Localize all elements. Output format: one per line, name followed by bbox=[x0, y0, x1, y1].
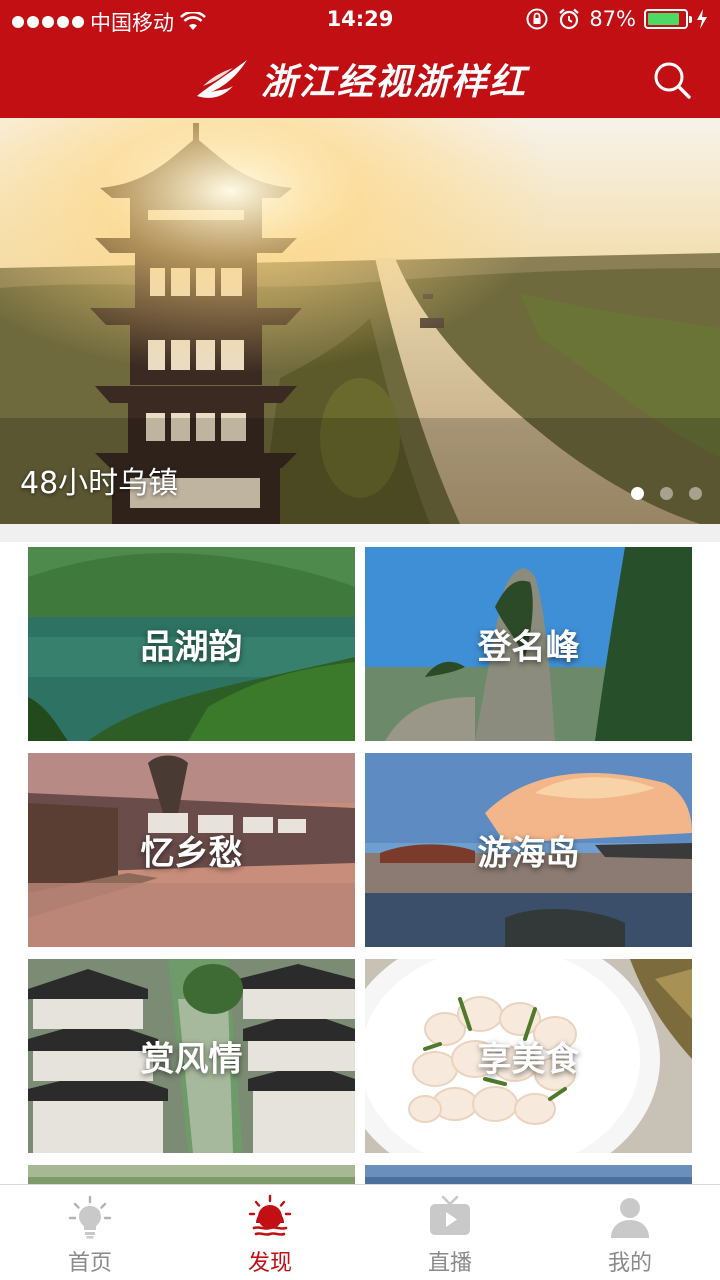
tab-live[interactable]: 直播 bbox=[360, 1185, 540, 1280]
category-tile-lake[interactable]: 品湖韵 bbox=[28, 547, 355, 741]
lightbulb-icon bbox=[68, 1195, 112, 1239]
tab-home[interactable]: 首页 bbox=[0, 1185, 180, 1280]
category-label: 品湖韵 bbox=[140, 627, 243, 668]
tab-label: 直播 bbox=[427, 1251, 472, 1276]
category-label: 登名峰 bbox=[477, 627, 580, 668]
category-tile-scenery[interactable]: 赏风情 bbox=[28, 959, 355, 1153]
battery-fill bbox=[648, 13, 680, 25]
user-icon bbox=[611, 1198, 649, 1238]
status-bar: 中国移动 14:29 87% bbox=[0, 0, 720, 40]
status-right: 87% bbox=[525, 7, 708, 31]
tab-label: 我的 bbox=[607, 1251, 652, 1276]
category-label: 忆乡愁 bbox=[140, 833, 243, 874]
orientation-lock-icon bbox=[526, 8, 548, 30]
carousel-dot[interactable] bbox=[631, 487, 644, 500]
sunrise-icon bbox=[248, 1194, 292, 1236]
app-header: 浙江经视浙样红 bbox=[0, 40, 720, 118]
charging-icon bbox=[697, 9, 707, 29]
tab-label: 首页 bbox=[67, 1251, 112, 1276]
category-tile-hometown[interactable]: 忆乡愁 bbox=[28, 753, 355, 947]
category-tile-peak[interactable]: 登名峰 bbox=[365, 547, 692, 741]
alarm-icon bbox=[559, 8, 580, 30]
red-phoenix-logo bbox=[196, 60, 247, 98]
battery-icon bbox=[644, 9, 692, 29]
carousel-dots bbox=[631, 487, 702, 500]
tab-profile[interactable]: 我的 bbox=[540, 1185, 720, 1280]
app-title: 浙江经视浙样红 bbox=[260, 62, 527, 103]
category-label: 享美食 bbox=[477, 1039, 580, 1080]
category-label: 赏风情 bbox=[140, 1039, 243, 1080]
category-tile-island[interactable]: 游海岛 bbox=[365, 753, 692, 947]
search-icon[interactable] bbox=[652, 60, 692, 100]
bottom-tab-bar: 首页 发现 直播 我的 bbox=[0, 1184, 720, 1280]
brand: 浙江经视浙样红 bbox=[0, 40, 720, 118]
tab-discover[interactable]: 发现 bbox=[180, 1185, 360, 1280]
tv-play-icon bbox=[430, 1195, 470, 1235]
hero-banner[interactable]: 48小时乌镇 bbox=[0, 118, 720, 524]
battery-percent: 87% bbox=[589, 7, 636, 31]
tab-label: 发现 bbox=[247, 1251, 292, 1276]
section-divider bbox=[0, 524, 720, 542]
carousel-dot[interactable] bbox=[689, 487, 702, 500]
category-label: 游海岛 bbox=[477, 833, 580, 874]
category-tile-food[interactable]: 享美食 bbox=[365, 959, 692, 1153]
carousel-dot[interactable] bbox=[660, 487, 673, 500]
banner-caption[interactable]: 48小时乌镇 bbox=[20, 458, 178, 502]
